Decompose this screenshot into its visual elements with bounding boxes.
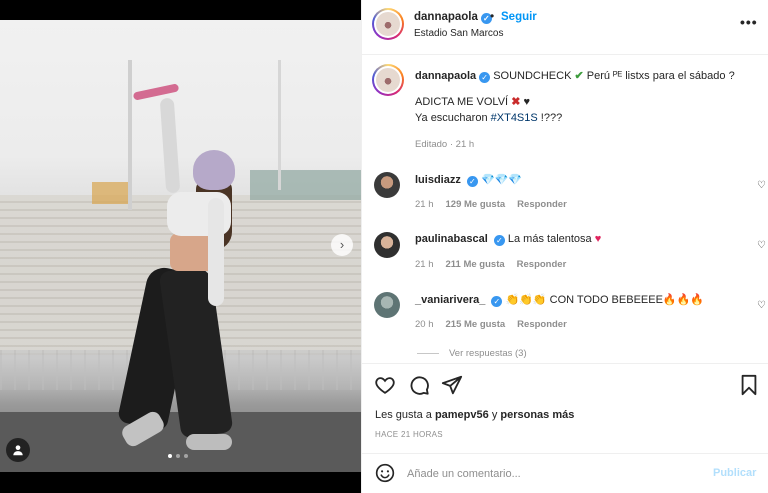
caption-line-1: dannapaola ✓ SOUNDCHECK ✔ Perú ᴾᴱ listxs …	[415, 68, 755, 84]
reply-button[interactable]: Responder	[517, 319, 567, 330]
post-actions: Les gusta a pamepv56 y personas más HACE…	[362, 363, 768, 443]
carousel-dot	[184, 454, 188, 458]
next-photo-button[interactable]: ›	[331, 234, 353, 256]
comment-time: 20 h	[415, 319, 434, 330]
comment-text: paulinabascal ✓ La más talentosa ♥	[415, 233, 601, 246]
comment-meta: 21 h 129 Me gusta Responder	[415, 199, 567, 210]
location-link[interactable]: Estadio San Marcos	[414, 28, 504, 39]
microphone	[132, 83, 180, 101]
user-icon	[13, 445, 23, 456]
carousel-dot	[176, 454, 180, 458]
heart-icon[interactable]: ♡	[757, 300, 766, 311]
instagram-post-view: › dannapaola ✓ • Seguir Estadio San Marco…	[0, 0, 768, 493]
avatar[interactable]	[374, 292, 400, 318]
tagged-users-button[interactable]	[6, 438, 30, 462]
separator-dot: •	[490, 9, 495, 23]
light-pole	[278, 60, 281, 190]
fire-icon: 🔥🔥🔥	[662, 294, 705, 306]
caption-text: dannapaola ✓ SOUNDCHECK ✔ Perú ᴾᴱ listxs …	[415, 68, 755, 126]
comment-body: La más talentosa	[507, 233, 592, 245]
view-replies-button[interactable]: Ver respuestas (3)	[417, 348, 527, 359]
comment-input[interactable]	[407, 464, 697, 484]
likes-others-link[interactable]: personas más	[500, 409, 574, 421]
caption-text-1: SOUNDCHECK	[493, 70, 572, 82]
performer-arm	[208, 198, 224, 306]
comment-time: 21 h	[415, 259, 434, 270]
comment-item: _vaniarivera_ ✓ 👏👏👏 CON TODO BEBEEEE🔥🔥🔥 …	[372, 292, 766, 342]
light-pole	[128, 60, 132, 210]
comment-likes[interactable]: 129 Me gusta	[446, 199, 506, 210]
avatar[interactable]	[374, 232, 400, 258]
performer-shoe	[186, 434, 232, 450]
comment-icon[interactable]	[408, 374, 430, 396]
view-replies-label[interactable]: Ver respuestas (3)	[449, 348, 527, 359]
stadium-building	[92, 182, 132, 204]
likes-summary: Les gusta a pamepv56 y personas más	[375, 409, 574, 421]
avatar[interactable]	[372, 8, 404, 40]
caption-line-3: Ya escucharon #XT4S1S !???	[415, 110, 755, 126]
more-options-icon[interactable]: •••	[740, 14, 758, 30]
caption-text-1b: Perú ᴾᴱ listxs para el sábado ?	[586, 70, 735, 82]
performer-head	[193, 150, 235, 190]
carousel-dot	[168, 454, 172, 458]
black-heart-icon: ♥	[523, 96, 530, 108]
carousel-indicator	[168, 454, 188, 458]
comment-likes[interactable]: 211 Me gusta	[446, 259, 505, 270]
caption-text-3: Ya escucharon	[415, 112, 488, 124]
caption-text-3b: !???	[540, 112, 563, 124]
post-details-panel: dannapaola ✓ • Seguir Estadio San Marcos …	[361, 0, 768, 493]
emoji-icon[interactable]	[375, 463, 395, 483]
post-media: ›	[0, 0, 361, 493]
reply-button[interactable]: Responder	[517, 199, 567, 210]
comment-item: paulinabascal ✓ La más talentosa ♥ 21 h …	[372, 232, 766, 282]
author-username[interactable]: dannapaola ✓	[414, 11, 492, 24]
likes-prefix: Les gusta a	[375, 409, 432, 421]
stadium-roof	[250, 170, 361, 200]
comment-meta: 21 h 211 Me gusta Responder	[415, 259, 566, 270]
clapping-hands-icon: 👏👏👏	[505, 294, 547, 306]
verified-icon: ✓	[493, 235, 505, 246]
check-mark-icon: ✔	[574, 70, 584, 82]
comment-username[interactable]: luisdiazz	[415, 174, 461, 186]
comment-meta: 20 h 215 Me gusta Responder	[415, 319, 567, 330]
heart-icon[interactable]: ♡	[757, 240, 766, 251]
liker-username[interactable]: pamepv56	[435, 409, 489, 421]
red-heart-icon: ♥	[594, 233, 602, 245]
author-username-text[interactable]: dannapaola	[414, 11, 478, 23]
publish-button[interactable]: Publicar	[713, 467, 756, 479]
verified-icon: ✓	[466, 176, 478, 187]
performer-raised-arm	[159, 97, 181, 194]
likes-joiner: y	[491, 409, 498, 421]
cross-mark-icon: ✖	[511, 96, 521, 108]
comment-text: luisdiazz ✓ 💎💎💎	[415, 173, 522, 187]
caption-line-2: ADICTA ME VOLVÍ ✖ ♥	[415, 94, 755, 110]
comment-username[interactable]: _vaniarivera_	[415, 294, 485, 306]
caption-text-2: ADICTA ME VOLVÍ	[415, 96, 509, 108]
post-time-ago: HACE 21 HORAS	[375, 430, 443, 439]
follow-button[interactable]: Seguir	[501, 11, 537, 23]
comment-item: luisdiazz ✓ 💎💎💎 21 h 129 Me gusta Respon…	[372, 172, 766, 222]
verified-icon: ✓	[491, 296, 503, 307]
bookmark-icon[interactable]	[738, 374, 760, 396]
heart-icon[interactable]: ♡	[757, 180, 766, 191]
comment-text: _vaniarivera_ ✓ 👏👏👏 CON TODO BEBEEEE🔥🔥🔥	[415, 293, 704, 307]
verified-icon: ✓	[479, 72, 491, 83]
reply-button[interactable]: Responder	[517, 259, 567, 270]
avatar[interactable]	[374, 172, 400, 198]
comment-likes[interactable]: 215 Me gusta	[446, 319, 506, 330]
gem-icon: 💎💎💎	[480, 174, 523, 186]
post-photo	[0, 20, 361, 472]
caption-username[interactable]: dannapaola	[415, 70, 476, 82]
share-icon[interactable]	[441, 374, 463, 396]
comment-username[interactable]: paulinabascal	[415, 233, 488, 245]
hashtag-link[interactable]: #XT4S1S	[491, 112, 538, 124]
edited-timestamp: Editado · 21 h	[415, 139, 475, 150]
post-header: dannapaola ✓ • Seguir Estadio San Marcos …	[362, 0, 768, 55]
avatar[interactable]	[372, 64, 404, 96]
replies-divider	[417, 353, 439, 354]
comment-time: 21 h	[415, 199, 434, 210]
add-comment-bar: Publicar	[362, 453, 768, 493]
comment-body: CON TODO BEBEEEE	[549, 294, 663, 306]
heart-icon[interactable]	[374, 374, 396, 396]
